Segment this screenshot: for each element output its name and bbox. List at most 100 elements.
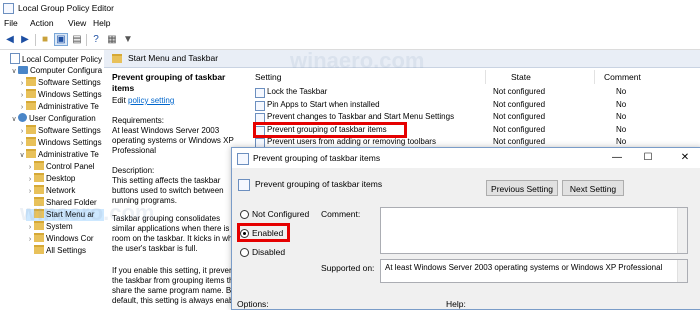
supported-on-label: Supported on:: [321, 263, 375, 273]
user-icon: [18, 113, 27, 122]
folder-icon: [26, 125, 36, 134]
show-hide-tree-icon[interactable]: ▣: [54, 33, 68, 46]
help-icon[interactable]: ?: [89, 33, 103, 46]
folder-icon: [26, 77, 36, 86]
folder-icon: [34, 173, 44, 182]
tree-item-label: Network: [46, 186, 76, 195]
chevron-down-icon[interactable]: ∨: [10, 114, 18, 126]
export-icon[interactable]: ▤: [70, 33, 84, 46]
tree-item[interactable]: Shared Folder: [26, 197, 104, 209]
tree-item[interactable]: › Control Panel: [26, 161, 104, 173]
tree-item[interactable]: Start Menu ar: [26, 209, 104, 221]
toolbar-separator: [86, 34, 87, 46]
radio-disabled-label: Disabled: [252, 247, 286, 257]
tree-item[interactable]: ∨ Computer Configura: [10, 65, 104, 77]
forward-arrow-icon[interactable]: ▶: [18, 33, 32, 46]
setting-comment: No: [616, 87, 627, 96]
radio-disabled[interactable]: [240, 248, 249, 257]
folder-icon: [34, 233, 44, 242]
tree-item[interactable]: › Software Settings: [18, 77, 104, 89]
tree-item[interactable]: Local Computer Policy: [2, 53, 104, 65]
toolbar: ◀ ▶ ■ ▣ ▤ ? ▦ ▼: [0, 31, 700, 50]
tree-item-label: System: [46, 222, 73, 231]
pane-header-title: Start Menu and Taskbar: [128, 53, 219, 63]
tree-item[interactable]: › Desktop: [26, 173, 104, 185]
column-header-setting[interactable]: Setting: [255, 72, 281, 82]
folder-icon: [34, 197, 44, 206]
comment-scrollbar[interactable]: [677, 208, 687, 253]
dialog-title: Prevent grouping of taskbar items: [253, 153, 381, 163]
tree-item-label: Software Settings: [38, 126, 101, 135]
setting-comment: No: [616, 99, 627, 109]
column-divider: [594, 70, 595, 84]
tree-item-label: Computer Configura: [30, 66, 103, 75]
tree-item[interactable]: › Administrative Te: [18, 101, 104, 113]
tree-item-label: Local Computer Policy: [22, 55, 103, 64]
menu-file[interactable]: File: [4, 18, 18, 28]
tree-item[interactable]: › Windows Settings: [18, 89, 104, 101]
properties-icon[interactable]: ▦: [105, 33, 119, 46]
radio-not-configured[interactable]: [240, 210, 249, 219]
tree-item-label: Control Panel: [46, 162, 95, 171]
setting-name: Lock the Taskbar: [267, 87, 328, 96]
toolbar-separator: [35, 34, 36, 46]
menu-view[interactable]: View: [68, 18, 86, 28]
chevron-down-icon[interactable]: ∨: [18, 150, 26, 162]
description-title: Prevent grouping of taskbar items: [112, 72, 226, 93]
red-highlight-box: [253, 122, 407, 138]
tree-item[interactable]: › Software Settings: [18, 125, 104, 137]
tree-item[interactable]: › System: [26, 221, 104, 233]
edit-policy-line: Edit policy setting: [112, 96, 175, 105]
radio-not-configured-label: Not Configured: [252, 209, 310, 219]
description-paragraph: If you enable this setting, it prevents …: [112, 266, 241, 305]
requirements-text: Requirements: At least Windows Server 20…: [112, 116, 234, 155]
setting-row[interactable]: Lock the Taskbar Not configured No: [249, 86, 700, 98]
tree-item[interactable]: ∨ Administrative Te: [18, 149, 104, 161]
folder-icon: [34, 161, 44, 170]
close-icon[interactable]: ✕: [676, 151, 694, 164]
next-setting-button[interactable]: Next Setting: [562, 180, 624, 196]
folder-icon: [34, 185, 44, 194]
chevron-down-icon[interactable]: ∨: [10, 66, 18, 78]
description-text: Description: This setting affects the ta…: [112, 166, 224, 205]
column-header-comment[interactable]: Comment: [604, 72, 641, 82]
tree-item[interactable]: ∨ User Configuration: [10, 113, 104, 125]
description-pane: Prevent grouping of taskbar items Edit p…: [104, 68, 246, 308]
tree-item-label: Software Settings: [38, 78, 101, 87]
maximize-icon[interactable]: ☐: [639, 151, 657, 164]
supported-scrollbar[interactable]: [677, 260, 687, 282]
minimize-icon[interactable]: —: [608, 151, 626, 164]
setting-comment: No: [616, 124, 627, 134]
edit-policy-link[interactable]: policy setting: [128, 96, 174, 105]
tree-item[interactable]: All Settings: [26, 245, 104, 257]
folder-icon: [26, 101, 36, 110]
policy-icon: [255, 88, 265, 98]
tree-item[interactable]: › Windows Settings: [18, 137, 104, 149]
setting-comment: No: [616, 112, 627, 121]
dialog-title-bar: Prevent grouping of taskbar items — ☐ ✕: [232, 148, 700, 168]
menu-action[interactable]: Action: [30, 18, 54, 28]
filter-icon[interactable]: ▼: [121, 33, 135, 46]
app-icon: [3, 3, 14, 14]
folder-icon: [26, 149, 36, 158]
tree-item[interactable]: › Network: [26, 185, 104, 197]
previous-setting-button[interactable]: Previous Setting: [486, 180, 558, 196]
tree-item-label: Windows Cor: [46, 234, 94, 243]
dialog-subtitle: Prevent grouping of taskbar items: [255, 179, 383, 189]
comment-textarea[interactable]: [380, 207, 688, 254]
column-header-state[interactable]: State: [511, 72, 531, 82]
folder-up-icon[interactable]: ■: [38, 33, 52, 46]
menu-help[interactable]: Help: [93, 18, 110, 28]
navigation-tree: Local Computer Policy ∨ Computer Configura…: [0, 50, 105, 308]
tree-item-label: Windows Settings: [38, 90, 102, 99]
tree-item-label: Desktop: [46, 174, 76, 183]
folder-icon: [34, 209, 44, 218]
setting-row[interactable]: Pin Apps to Start when installed Not conf…: [249, 99, 700, 111]
policy-icon: [10, 53, 20, 64]
back-arrow-icon[interactable]: ◀: [3, 33, 17, 46]
red-highlight-box: [237, 223, 290, 242]
tree-item[interactable]: › Windows Cor: [26, 233, 104, 245]
tree-item-label: Administrative Te: [38, 150, 99, 159]
supported-on-field: At least Windows Server 2003 operating s…: [380, 259, 688, 283]
setting-state: Not configured: [493, 87, 546, 96]
